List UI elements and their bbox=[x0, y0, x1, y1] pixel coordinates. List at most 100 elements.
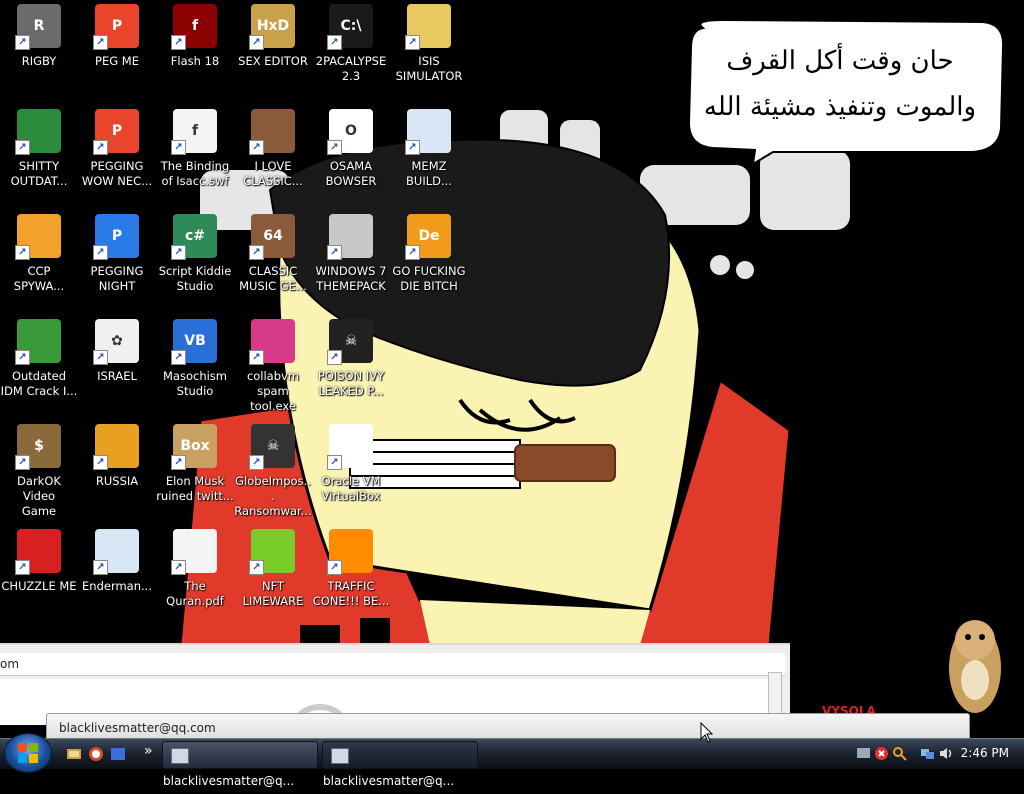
desktop-icon-label-line-1: PEG ME bbox=[95, 54, 139, 68]
desktop-icon-label-line-1: DarkOK Video bbox=[17, 474, 61, 503]
desktop-icon[interactable]: ↗ CHUZZLE ME bbox=[0, 527, 78, 594]
desktop-icon-label-line-1: CHUZZLE ME bbox=[1, 579, 77, 593]
volume-icon[interactable] bbox=[938, 746, 953, 761]
shortcut-arrow-icon: ↗ bbox=[171, 245, 186, 260]
desktop-icon-label: ISIS SIMULATOR bbox=[390, 54, 468, 84]
desktop-icon-label-line-2: 2.3 bbox=[341, 69, 361, 83]
quicklaunch-ie-icon[interactable] bbox=[88, 746, 104, 762]
desktop-icon[interactable]: HxD ↗ SEX EDITOR bbox=[234, 2, 312, 69]
raccoon-file-icon: ↗ bbox=[171, 527, 219, 575]
scrollbar[interactable] bbox=[768, 672, 782, 716]
desktop-icon[interactable]: $ ↗ DarkOK Video Game bbox=[0, 422, 78, 519]
desktop-icon-label: RUSSIA bbox=[78, 474, 156, 489]
start-button[interactable] bbox=[4, 733, 52, 773]
desktop-icon-label-line-1: SHITTY bbox=[18, 159, 60, 173]
portrait-64-icon: 64 ↗ bbox=[249, 212, 297, 260]
desktop-icon-label-line-1: TRAFFIC bbox=[327, 579, 375, 593]
desktop-icon[interactable]: ↗ CCP SPYWA... bbox=[0, 212, 78, 294]
desktop-icon[interactable]: ☠ ↗ GlobeImpos... Ransomwar... bbox=[234, 422, 312, 519]
shortcut-arrow-icon: ↗ bbox=[93, 35, 108, 50]
network-share-icon[interactable] bbox=[856, 746, 871, 761]
desktop-icon[interactable]: ↗ The Quran.pdf bbox=[156, 527, 234, 609]
desktop-icon-label: I LOVE CLASSIC... bbox=[234, 159, 312, 189]
taskbar: » blacklivesmatter@q... blacklivesmatter… bbox=[0, 733, 1024, 788]
desktop-icon[interactable]: f ↗ Flash 18 bbox=[156, 2, 234, 69]
taskbar-button-1[interactable]: blacklivesmatter@q... bbox=[162, 741, 318, 788]
desktop-icon-label: Oracle VM VirtualBox bbox=[312, 474, 390, 504]
shortcut-arrow-icon: ↗ bbox=[249, 35, 264, 50]
window-title: blacklivesmatter@qq.com bbox=[59, 721, 216, 735]
desktop-icon[interactable]: C:\ ↗ 2PACALYPSE 2.3 bbox=[312, 2, 390, 84]
desktop-icon[interactable]: ↗ collabvm spam tool.exe bbox=[234, 317, 312, 414]
shortcut-arrow-icon: ↗ bbox=[327, 560, 342, 575]
desktop-icon-label-line-2: LEAKED P... bbox=[318, 384, 384, 398]
desktop-icon[interactable]: ↗ I LOVE CLASSIC... bbox=[234, 107, 312, 189]
shortcut-arrow-icon: ↗ bbox=[15, 350, 30, 365]
shortcut-arrow-icon: ↗ bbox=[15, 35, 30, 50]
monitor-icon: ↗ bbox=[249, 317, 297, 365]
desktop-icon[interactable]: ↗ WINDOWS 7 THEMEPACK bbox=[312, 212, 390, 294]
window-app-icon: ↗ bbox=[93, 527, 141, 575]
search-icon[interactable] bbox=[892, 746, 907, 761]
desktop-icon-label-line-2: IDM Crack I... bbox=[0, 384, 78, 398]
window-app-icon bbox=[331, 747, 349, 764]
desktop-icon-label: 2PACALYPSE 2.3 bbox=[312, 54, 390, 84]
speech-bubble-line-1: حان وقت أكل القرف bbox=[726, 46, 954, 76]
desktop-icon-label: MEMZ BUILD... bbox=[390, 159, 468, 189]
desktop-icon[interactable]: P ↗ PEGGING WOW NEC... bbox=[78, 107, 156, 189]
desktop-icon-label-line-1: Elon Musk bbox=[165, 474, 225, 488]
desktop-icon[interactable]: ✿ ↗ ISRAEL bbox=[78, 317, 156, 384]
quicklaunch-show-desktop-icon[interactable] bbox=[66, 746, 82, 762]
desktop-icon[interactable]: P ↗ PEG ME bbox=[78, 2, 156, 69]
desktop-icon[interactable]: R ↗ RIGBY bbox=[0, 2, 78, 69]
desktop-icon-label: OSAMA BOWSER bbox=[312, 159, 390, 189]
desktop-icon-label: collabvm spam tool.exe bbox=[234, 369, 312, 414]
desktop-icon-label-line-2: Quran.pdf bbox=[166, 594, 224, 608]
desktop-icon[interactable]: ↗ SHITTY OUTDAT... bbox=[0, 107, 78, 189]
peggle-icon: P ↗ bbox=[93, 2, 141, 50]
desktop-icon[interactable]: ↗ NFT LIMEWARE bbox=[234, 527, 312, 609]
desktop-icon[interactable]: ↗ RUSSIA bbox=[78, 422, 156, 489]
taskbar-button-2[interactable]: blacklivesmatter@q... bbox=[322, 741, 478, 788]
desktop-icon[interactable]: ↗ Outdated IDM Crack I... bbox=[0, 317, 78, 399]
shortcut-arrow-icon: ↗ bbox=[93, 140, 108, 155]
desktop-icon-label: Elon Musk ruined twitt... bbox=[156, 474, 234, 504]
desktop-icon[interactable]: 64 ↗ CLASSIC MUSIC GE... bbox=[234, 212, 312, 294]
system-clock[interactable]: 2:46 PM bbox=[961, 746, 1009, 760]
desktop-icon[interactable]: P ↗ PEGGING NIGHT bbox=[78, 212, 156, 294]
shortcut-arrow-icon: ↗ bbox=[15, 455, 30, 470]
taskbar-button-label: blacklivesmatter@q... bbox=[323, 774, 455, 788]
shortcut-arrow-icon: ↗ bbox=[327, 245, 342, 260]
desktop-icon-label-line-1: GlobeImpos... bbox=[235, 474, 311, 503]
desktop-icon-label: SEX EDITOR bbox=[234, 54, 312, 69]
desktop-icon[interactable]: ↗ ISIS SIMULATOR bbox=[390, 2, 468, 84]
quicklaunch-overflow[interactable]: » bbox=[144, 743, 153, 759]
desktop-icon[interactable]: ↗ Enderman... bbox=[78, 527, 156, 594]
desktop-icon[interactable]: ↗ TRAFFIC CONE!!! BE... bbox=[312, 527, 390, 609]
desktop-icon-label-line-2: ruined twitt... bbox=[156, 489, 234, 503]
desktop-icon[interactable]: ↗ MEMZ BUILD... bbox=[390, 107, 468, 189]
security-alert-icon[interactable] bbox=[874, 746, 889, 761]
desktop-icon[interactable]: ↗ Oracle VM VirtualBox bbox=[312, 422, 390, 504]
desktop-icon-label-line-1: Enderman... bbox=[82, 579, 152, 593]
desktop-icon-label-line-1: RUSSIA bbox=[95, 474, 139, 488]
desktop-icon-label: GlobeImpos... Ransomwar... bbox=[234, 474, 312, 519]
desktop-icon[interactable]: De ↗ GO FUCKING DIE BITCH bbox=[390, 212, 468, 294]
desktop-icon[interactable]: O ↗ OSAMA BOWSER bbox=[312, 107, 390, 189]
desktop-icon[interactable]: ☠ ↗ POISON IVY LEAKED P... bbox=[312, 317, 390, 399]
flash-file-icon: f ↗ bbox=[171, 107, 219, 155]
address-bar[interactable]: om bbox=[0, 653, 785, 676]
quicklaunch-media-icon[interactable] bbox=[110, 746, 126, 762]
desktop-icon[interactable]: c# ↗ Script Kiddie Studio bbox=[156, 212, 234, 294]
desktop-icon[interactable]: Box ↗ Elon Musk ruined twitt... bbox=[156, 422, 234, 504]
desktop-icon-label-line-1: CCP bbox=[27, 264, 51, 278]
network-icon[interactable] bbox=[920, 746, 935, 761]
shortcut-arrow-icon: ↗ bbox=[327, 455, 342, 470]
desktop-icon-label-line-2: of Isacc.swf bbox=[161, 174, 229, 188]
desktop-icon[interactable]: f ↗ The Binding of Isacc.swf bbox=[156, 107, 234, 189]
desktop-icon-label-line-2: SPYWA... bbox=[13, 279, 65, 293]
flower-icon: ✿ ↗ bbox=[93, 317, 141, 365]
desktop-icon[interactable]: VB ↗ Masochism Studio bbox=[156, 317, 234, 399]
desktop-icon-label-line-2: WOW NEC... bbox=[81, 174, 153, 188]
desktop-icon-label-line-1: CLASSIC bbox=[248, 264, 298, 278]
